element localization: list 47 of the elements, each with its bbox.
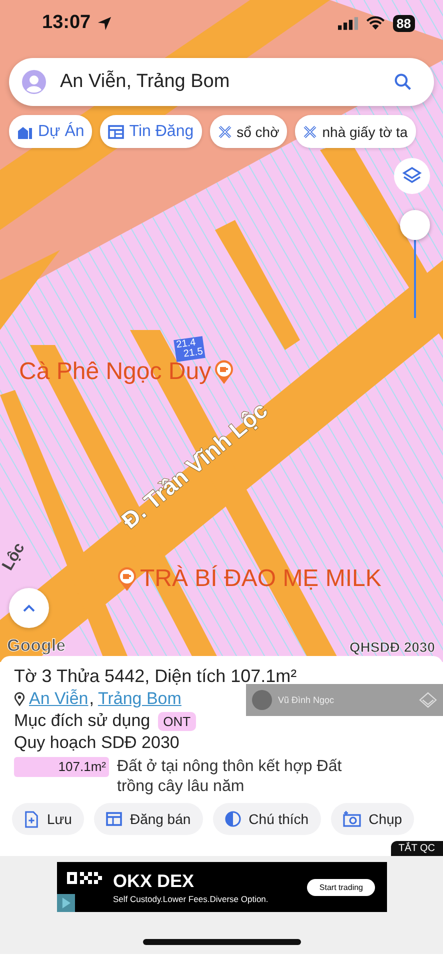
ad-tagline: Self Custody.Lower Fees.Diverse Option. bbox=[113, 894, 268, 904]
layers-icon bbox=[402, 166, 422, 186]
file-plus-icon bbox=[24, 810, 39, 828]
action-button[interactable]: Đăng bán bbox=[94, 803, 203, 835]
cafe-pin-icon[interactable] bbox=[117, 567, 137, 591]
area-tag: 107.1m² bbox=[14, 757, 109, 777]
land-code-tag: ONT bbox=[158, 712, 196, 730]
contrast-icon bbox=[224, 811, 241, 827]
status-time: 13:07 bbox=[42, 12, 91, 34]
purpose-label: Mục đích sử dụng bbox=[14, 711, 150, 731]
location-link[interactable]: Trảng Bom bbox=[98, 689, 182, 709]
wifi-icon bbox=[366, 16, 385, 30]
camera-icon bbox=[342, 811, 361, 827]
action-button[interactable]: Chú thích bbox=[212, 803, 321, 835]
table-icon bbox=[108, 124, 124, 140]
filter-chip[interactable]: sổ chờ bbox=[210, 115, 288, 148]
plan-title: Quy hoạch SDĐ 2030 bbox=[14, 733, 180, 753]
parcel-title: Tờ 3 Thửa 5442, Diện tích 107.1m² bbox=[14, 666, 298, 687]
cafe-pin-icon[interactable] bbox=[214, 360, 234, 384]
land-use-description: Đất ở tại nông thôn kết hợp Đất trồng cây lâu năm bbox=[117, 757, 343, 797]
layer-name-label: QHSDĐ 2030 bbox=[349, 639, 435, 655]
search-field[interactable]: An Viễn, Trảng Bom bbox=[9, 58, 434, 106]
signal-icon bbox=[338, 16, 358, 30]
start-trading-button[interactable]: Start trading bbox=[307, 878, 375, 896]
ad-headline: OKX DEX bbox=[113, 870, 196, 892]
close-ad-button[interactable]: TẮT QC bbox=[390, 841, 443, 856]
table-icon bbox=[106, 811, 122, 827]
stacked-layers-icon bbox=[419, 692, 437, 708]
action-button[interactable]: Chụp bbox=[330, 803, 414, 835]
road-label: Lộc bbox=[0, 540, 30, 574]
play-icon[interactable] bbox=[57, 894, 75, 912]
road-label: Đ. Trần Vĩnh Lộc bbox=[116, 396, 273, 534]
filter-chip[interactable]: Tin Đăng bbox=[100, 115, 202, 148]
chevron-up-icon bbox=[22, 603, 36, 613]
filter-chip[interactable]: nhà giấy tờ ta bbox=[295, 115, 416, 148]
pin-icon bbox=[14, 692, 25, 706]
avatar-icon bbox=[252, 690, 272, 710]
search-icon[interactable] bbox=[394, 73, 412, 91]
location-link[interactable]: An Viễn bbox=[29, 689, 88, 709]
filter-chip[interactable]: Dự Án bbox=[9, 115, 92, 148]
ad-banner[interactable]: OKX DEX Self Custody.Lower Fees.Diverse Option. Start trading bbox=[57, 862, 387, 912]
action-button[interactable]: Lưu bbox=[12, 803, 84, 835]
grid-logo-icon bbox=[67, 872, 103, 884]
user-name: Vũ Đình Ngọc bbox=[278, 695, 334, 705]
separator: , bbox=[89, 689, 94, 709]
location-arrow-icon bbox=[96, 16, 112, 30]
avatar-icon bbox=[22, 70, 46, 94]
